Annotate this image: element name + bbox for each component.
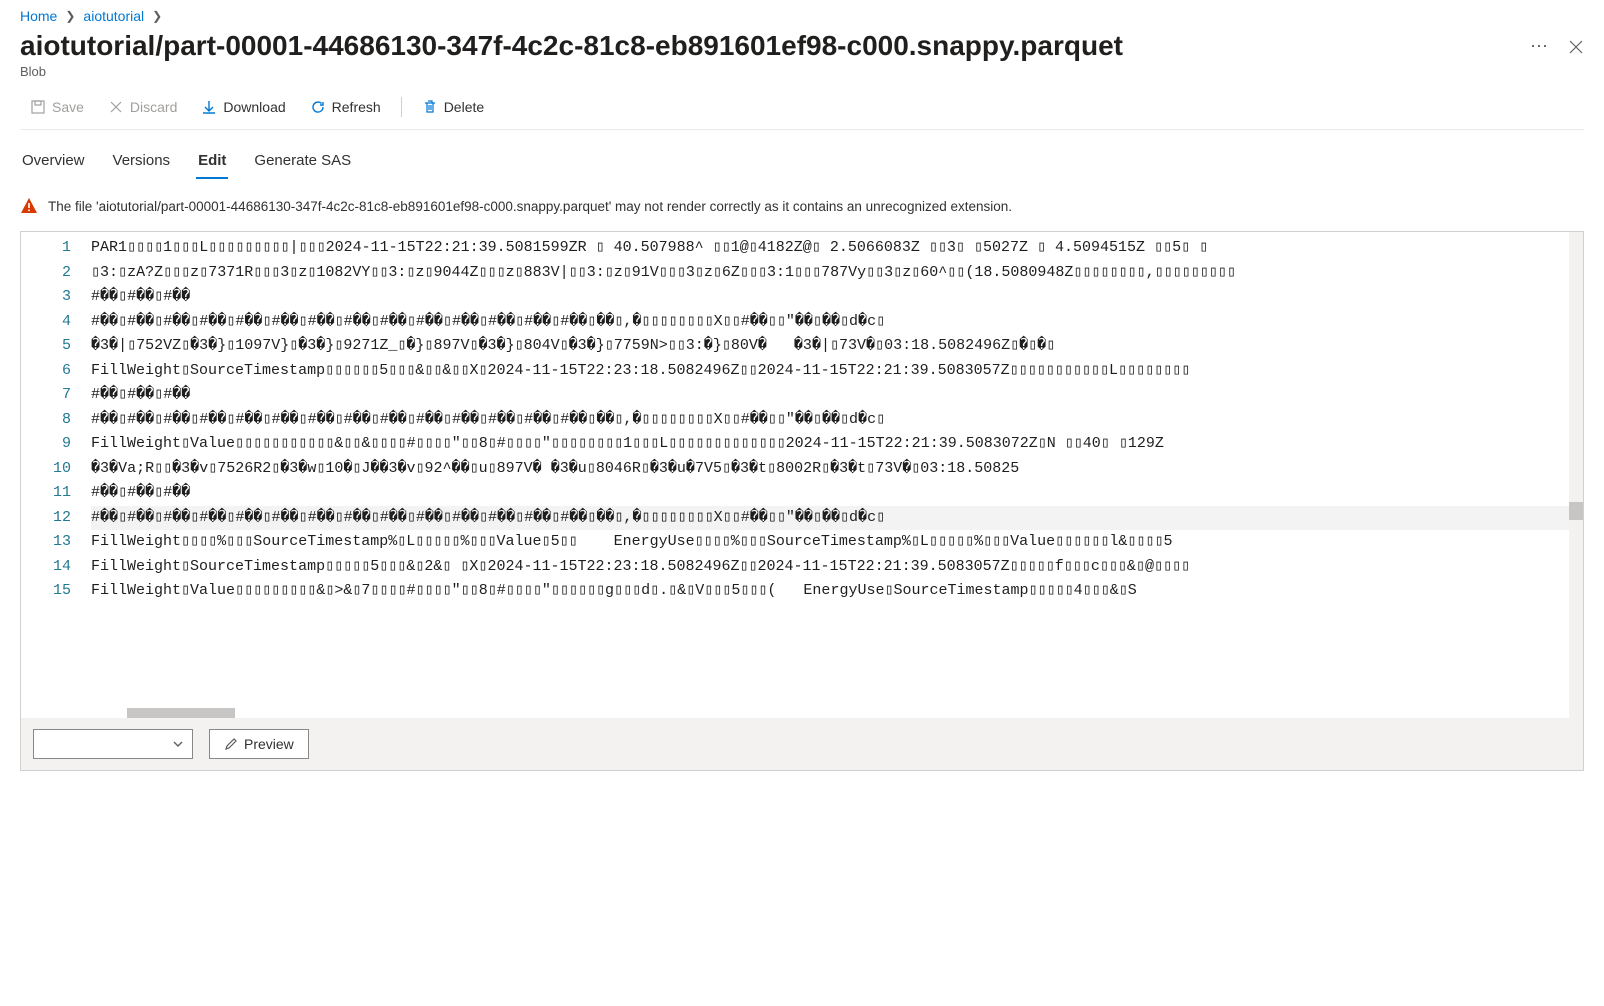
discard-button: Discard	[98, 95, 187, 119]
refresh-label: Refresh	[332, 99, 381, 115]
delete-label: Delete	[444, 99, 484, 115]
chevron-right-icon: ❯	[152, 9, 162, 23]
code-line[interactable]: ▯3:▯zA?Z▯▯▯z▯7371R▯▯▯3▯z▯1082VY▯▯3:▯z▯90…	[91, 261, 1583, 286]
download-button[interactable]: Download	[191, 95, 295, 119]
discard-icon	[108, 99, 124, 115]
language-select[interactable]	[33, 729, 193, 759]
code-line[interactable]: PAR1▯▯▯▯1▯▯▯L▯▯▯▯▯▯▯▯▯|▯▯▯2024-11-15T22:…	[91, 236, 1583, 261]
code-line[interactable]: #��▯#��▯#��▯#��▯#��▯#��▯#��▯#��▯#��▯#��▯…	[91, 408, 1583, 433]
scrollbar-thumb[interactable]	[127, 708, 235, 718]
tab-generate-sas[interactable]: Generate SAS	[252, 148, 353, 177]
save-icon	[30, 99, 46, 115]
download-label: Download	[223, 99, 285, 115]
code-line[interactable]: FillWeight▯SourceTimestamp▯▯▯▯▯5▯▯▯&▯2&▯…	[91, 555, 1583, 580]
code-line[interactable]: FillWeight▯SourceTimestamp▯▯▯▯▯▯5▯▯▯&▯▯&…	[91, 359, 1583, 384]
preview-label: Preview	[244, 736, 294, 752]
refresh-icon	[310, 99, 326, 115]
page-subtitle: Blob	[20, 64, 1584, 79]
tab-edit[interactable]: Edit	[196, 148, 228, 177]
scrollbar-thumb[interactable]	[1569, 502, 1583, 520]
code-editor: 123456789101112131415 PAR1▯▯▯▯1▯▯▯L▯▯▯▯▯…	[20, 231, 1584, 771]
vertical-scrollbar[interactable]	[1569, 232, 1583, 718]
discard-label: Discard	[130, 99, 177, 115]
code-line[interactable]: FillWeight▯▯▯▯%▯▯▯SourceTimestamp%▯L▯▯▯▯…	[91, 530, 1583, 555]
code-line[interactable]: #��▯#��▯#��	[91, 481, 1583, 506]
code-line[interactable]: �3�|▯752VZ▯�3�}▯1097V}▯�3�}▯9271Z_▯�}▯89…	[91, 334, 1583, 359]
code-line[interactable]: #��▯#��▯#��	[91, 285, 1583, 310]
breadcrumb-home[interactable]: Home	[20, 8, 57, 24]
toolbar-divider	[401, 97, 402, 117]
close-icon	[1568, 39, 1584, 55]
page-header: aiotutorial/part-00001-44686130-347f-4c2…	[20, 30, 1584, 62]
warning-text: The file 'aiotutorial/part-00001-4468613…	[48, 199, 1012, 214]
refresh-button[interactable]: Refresh	[300, 95, 391, 119]
horizontal-scrollbar[interactable]	[85, 704, 1569, 718]
save-label: Save	[52, 99, 84, 115]
page-title: aiotutorial/part-00001-44686130-347f-4c2…	[20, 30, 1530, 62]
code-line[interactable]: #��▯#��▯#��▯#��▯#��▯#��▯#��▯#��▯#��▯#��▯…	[91, 310, 1583, 335]
tab-versions[interactable]: Versions	[111, 148, 173, 177]
editor-footer: Preview	[21, 718, 1583, 770]
code-line[interactable]: #��▯#��▯#��▯#��▯#��▯#��▯#��▯#��▯#��▯#��▯…	[91, 506, 1583, 531]
code-line[interactable]: �3�Va;R▯▯�3�v▯7526R2▯�3�w▯10�▯J��3�v▯92^…	[91, 457, 1583, 482]
pencil-icon	[224, 737, 238, 751]
code-content[interactable]: PAR1▯▯▯▯1▯▯▯L▯▯▯▯▯▯▯▯▯|▯▯▯2024-11-15T22:…	[85, 232, 1583, 718]
breadcrumb: Home ❯ aiotutorial ❯	[20, 8, 1584, 24]
tab-overview[interactable]: Overview	[20, 148, 87, 177]
close-button[interactable]	[1568, 39, 1584, 55]
warning-icon	[20, 197, 38, 215]
code-line[interactable]: #��▯#��▯#��	[91, 383, 1583, 408]
save-button: Save	[20, 95, 94, 119]
command-bar: Save Discard Download Refresh Delete	[20, 95, 1584, 130]
code-line[interactable]: FillWeight▯Value▯▯▯▯▯▯▯▯▯&▯>&▯7▯▯▯▯#▯▯▯▯…	[91, 579, 1583, 604]
chevron-right-icon: ❯	[65, 9, 75, 23]
more-actions-button[interactable]: ⋯	[1530, 36, 1550, 57]
delete-button[interactable]: Delete	[412, 95, 494, 119]
delete-icon	[422, 99, 438, 115]
download-icon	[201, 99, 217, 115]
tab-strip: Overview Versions Edit Generate SAS	[20, 148, 1584, 177]
code-line[interactable]: FillWeight▯Value▯▯▯▯▯▯▯▯▯▯▯&▯▯&▯▯▯▯#▯▯▯▯…	[91, 432, 1583, 457]
breadcrumb-aiotutorial[interactable]: aiotutorial	[83, 8, 144, 24]
chevron-down-icon	[172, 738, 184, 750]
preview-button[interactable]: Preview	[209, 729, 309, 759]
warning-banner: The file 'aiotutorial/part-00001-4468613…	[20, 191, 1584, 221]
line-number-gutter: 123456789101112131415	[21, 232, 85, 718]
